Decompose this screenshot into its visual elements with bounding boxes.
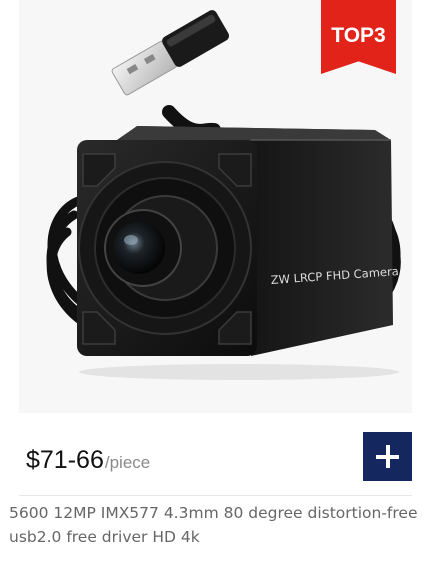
rank-badge-label: TOP3 — [331, 24, 386, 47]
product-card[interactable]: ZW LRCP FHD Camera TOP3 $71-66 /piece 56… — [0, 0, 431, 576]
divider — [19, 495, 412, 496]
add-to-cart-button[interactable] — [363, 432, 412, 481]
product-price: $71-66 — [26, 446, 104, 474]
lens-icon — [113, 222, 165, 274]
usb-plug-icon — [111, 10, 230, 96]
price-row: $71-66 /piece — [26, 446, 150, 486]
price-unit: /piece — [104, 453, 151, 472]
product-title[interactable]: 5600 12MP IMX577 4.3mm 80 degree distort… — [9, 501, 423, 549]
plus-icon — [385, 445, 390, 468]
